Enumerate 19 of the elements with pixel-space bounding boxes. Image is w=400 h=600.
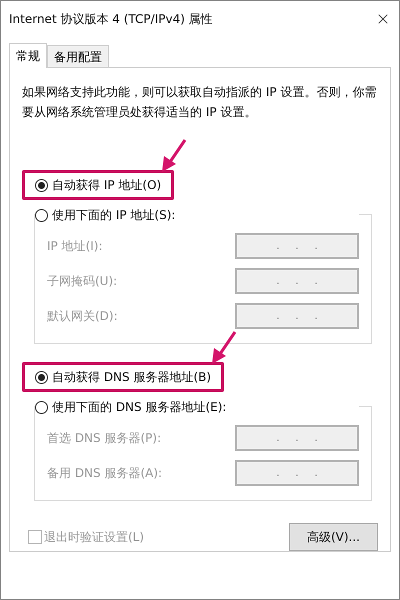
field-label: 备用 DNS 服务器(A):: [47, 465, 162, 482]
radio-label: 自动获得 IP 地址(O): [52, 177, 162, 194]
tab[interactable]: 备用配置: [47, 45, 109, 67]
window-title: Internet 协议版本 4 (TCP/IPv4) 属性: [9, 11, 213, 28]
radio-button[interactable]: [35, 400, 48, 414]
advanced-button[interactable]: 高级(V)...: [289, 523, 378, 551]
radio-button[interactable]: [35, 370, 48, 384]
radio-button[interactable]: [35, 178, 48, 192]
radio-label: 使用下面的 IP 地址(S):: [52, 207, 176, 224]
description: 如果网络支持此功能，则可以获取自动指派的 IP 设置。否则，你需要从网络系统管理员处获得适当的 IP 设置。: [22, 84, 378, 121]
radio-button[interactable]: [35, 208, 48, 222]
field-label: IP 地址(I):: [47, 238, 103, 255]
field-label: 默认网关(D):: [47, 308, 118, 325]
radio-label: 自动获得 DNS 服务器地址(B): [52, 369, 212, 386]
field-label: 首选 DNS 服务器(P):: [47, 430, 162, 447]
field-label: 子网掩码(U):: [47, 273, 118, 290]
radio-label: 使用下面的 DNS 服务器地址(E):: [52, 399, 226, 416]
checkbox-label: 退出时验证设置(L): [44, 529, 144, 546]
tab[interactable]: 常规: [9, 43, 47, 68]
